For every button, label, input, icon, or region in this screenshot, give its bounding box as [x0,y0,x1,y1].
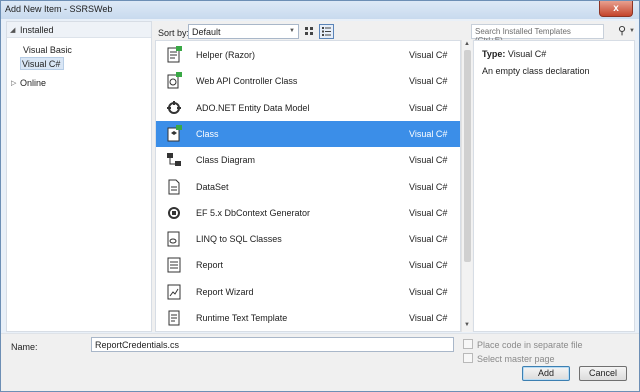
collapsed-triangle-icon[interactable]: ▷ [11,79,16,87]
template-name: Report Wizard [196,286,254,297]
template-name: Helper (Razor) [196,50,256,60]
select-master-label: Select master page [477,354,555,364]
template-language: Visual C# [409,155,448,166]
template-name: Runtime Text Template [196,313,288,323]
template-details-pane: Type: Visual C# An empty class declarati… [473,40,635,332]
template-name: Class [196,128,219,139]
template-name: LINQ to SQL Classes [196,234,282,245]
template-language: Visual C# [409,286,448,297]
template-language: Visual C# [409,260,448,271]
sort-by-value: Default [192,27,221,37]
sort-by-dropdown[interactable]: Default ▼ [188,24,299,39]
search-icon[interactable]: ⚲ [618,24,626,37]
template-type: Type: Visual C# [482,49,546,59]
add-new-item-dialog: Add New Item - SSRSWeb x ◢ Installed Vis… [0,0,640,392]
template-name: DataSet [196,181,229,192]
template-row[interactable]: LINQ to SQL Classes Visual C# [156,226,460,252]
place-code-label: Place code in separate file [477,340,583,350]
dialog-content: ◢ Installed Visual Basic Visual C# ▷ Onl… [6,21,635,332]
template-description: An empty class declaration [482,66,590,76]
template-row[interactable]: Class Diagram Visual C# [156,147,460,173]
search-dropdown-arrow-icon[interactable]: ▼ [629,28,635,34]
scroll-up-arrow-icon[interactable]: ▲ [464,41,470,47]
template-name: Report [196,260,224,271]
template-row[interactable]: Helper (Razor) Visual C# [156,42,460,68]
template-language: Visual C# [409,76,448,87]
report-wizard-icon [165,283,183,301]
template-language: Visual C# [409,128,448,139]
dialog-footer: Name: ReportCredentials.cs Place code in… [1,333,639,391]
template-row[interactable]: ADO.NET Entity Data Model Visual C# [156,95,460,121]
template-list-scrollbar[interactable]: ▲ ▼ [461,40,472,332]
scroll-down-arrow-icon[interactable]: ▼ [464,322,470,328]
entity-data-model-icon [165,99,183,117]
template-name: EF 5.x DbContext Generator [196,207,311,218]
details-view-button[interactable] [319,24,334,39]
template-language: Visual C# [409,102,448,113]
template-row[interactable]: Class Visual C# [156,120,460,147]
add-button[interactable]: Add [522,366,570,381]
report-icon [165,256,183,274]
template-row[interactable]: Report Visual C# [156,252,460,278]
tree-node-installed[interactable]: ◢ Installed [7,22,151,38]
cancel-button[interactable]: Cancel [579,366,627,381]
template-name: ADO.NET Entity Data Model [196,102,310,113]
class-icon [165,124,183,143]
expanded-triangle-icon[interactable]: ◢ [10,26,15,34]
name-field[interactable]: ReportCredentials.cs [91,337,454,352]
template-row[interactable]: Runtime Text Template Visual C# [156,305,460,331]
tree-item-visual-basic[interactable]: Visual Basic [23,45,72,55]
list-view-icon [322,27,331,36]
grid-view-icon [305,27,313,35]
type-value: Visual C# [507,49,547,59]
dataset-icon [165,178,183,196]
title-bar: Add New Item - SSRSWeb x [1,1,639,19]
template-row[interactable]: DataSet Visual C# [156,174,460,200]
web-api-controller-icon [165,72,183,90]
template-language: Visual C# [409,313,448,323]
name-label: Name: [11,342,38,352]
template-language: Visual C# [409,181,448,192]
template-name: Class Diagram [196,155,256,166]
template-language: Visual C# [409,234,448,245]
class-diagram-icon [165,151,183,169]
select-master-checkbox[interactable] [463,353,473,363]
scrollbar-thumb[interactable] [464,50,471,262]
text-template-icon [165,309,183,327]
template-language: Visual C# [409,207,448,218]
dbcontext-generator-icon [165,204,183,222]
linq-to-sql-icon [165,230,183,248]
dialog-title: Add New Item - SSRSWeb [5,4,113,14]
close-button[interactable]: x [599,1,633,17]
sort-by-label: Sort by: [158,28,190,38]
medium-icons-view-button[interactable] [302,24,317,39]
dropdown-arrow-icon: ▼ [289,28,295,34]
template-row[interactable]: Web API Controller Class Visual C# [156,68,460,94]
tree-node-online[interactable]: Online [20,78,46,88]
template-list: Helper (Razor) Visual C# Web API Controlle… [155,40,461,332]
template-name: Web API Controller Class [196,76,298,87]
type-label: Type: [482,49,506,59]
razor-helper-icon [165,46,183,64]
template-row[interactable]: EF 5.x DbContext Generator Visual C# [156,200,460,226]
category-tree: ◢ Installed Visual Basic Visual C# ▷ Onl… [6,21,152,332]
template-row[interactable]: Report Wizard Visual C# [156,279,460,305]
template-language: Visual C# [409,50,448,60]
search-templates-input[interactable]: Search Installed Templates (Ctrl+E) [471,24,604,45]
tree-item-visual-csharp[interactable]: Visual C# [22,59,60,69]
place-code-checkbox[interactable] [463,339,473,349]
tree-label-installed: Installed [20,25,54,35]
